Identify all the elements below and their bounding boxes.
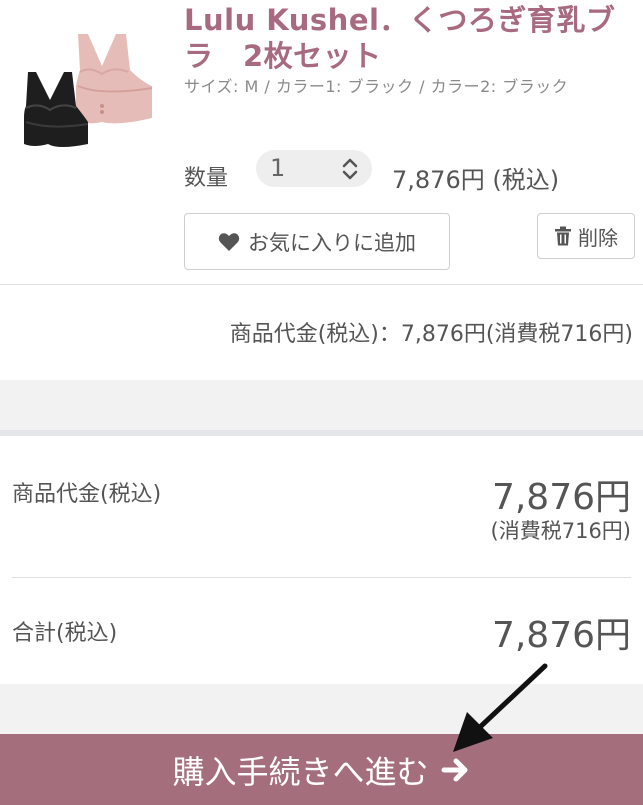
product-variant: サイズ: M / カラー1: ブラック / カラー2: ブラック bbox=[184, 77, 569, 96]
section-spacer bbox=[0, 684, 643, 734]
arrow-right-icon bbox=[441, 758, 467, 781]
quantity-value: 1 bbox=[270, 154, 286, 182]
checkout-button[interactable]: 購入手続きへ進む bbox=[0, 734, 643, 805]
product-thumbnail[interactable] bbox=[18, 26, 158, 156]
total-value: 7,876円 bbox=[491, 615, 631, 656]
updown-chevron-icon bbox=[342, 158, 358, 180]
delete-label: 削除 bbox=[578, 225, 618, 250]
item-price: 7,876円 (税込) bbox=[392, 166, 560, 194]
total-label: 合計(税込) bbox=[12, 621, 118, 646]
heart-icon bbox=[218, 232, 240, 251]
divider bbox=[12, 577, 631, 578]
bra-image-icon bbox=[24, 34, 153, 147]
tax-note: (消費税716円) bbox=[490, 519, 631, 543]
delete-button[interactable]: 削除 bbox=[537, 213, 635, 259]
trash-icon bbox=[555, 226, 571, 246]
quantity-label: 数量 bbox=[184, 166, 229, 191]
subtotal-label: 商品代金(税込) bbox=[12, 482, 162, 507]
cart-item: Lulu Kushel．くつろぎ育乳ブラ 2枚セット サイズ: M / カラー1… bbox=[0, 0, 643, 284]
divider bbox=[0, 284, 643, 285]
quantity-select[interactable]: 1 bbox=[256, 150, 372, 187]
add-to-favorites-label: お気に入りに追加 bbox=[248, 230, 416, 255]
subtotal-value: 7,876円 bbox=[491, 477, 631, 518]
item-subtotal: 商品代金(税込)：7,876円(消費税716円) bbox=[229, 322, 633, 347]
section-spacer bbox=[0, 380, 643, 430]
checkout-label: 購入手続きへ進む bbox=[172, 752, 429, 791]
add-to-favorites-button[interactable]: お気に入りに追加 bbox=[184, 213, 450, 270]
product-title[interactable]: Lulu Kushel．くつろぎ育乳ブラ 2枚セット bbox=[184, 2, 624, 74]
